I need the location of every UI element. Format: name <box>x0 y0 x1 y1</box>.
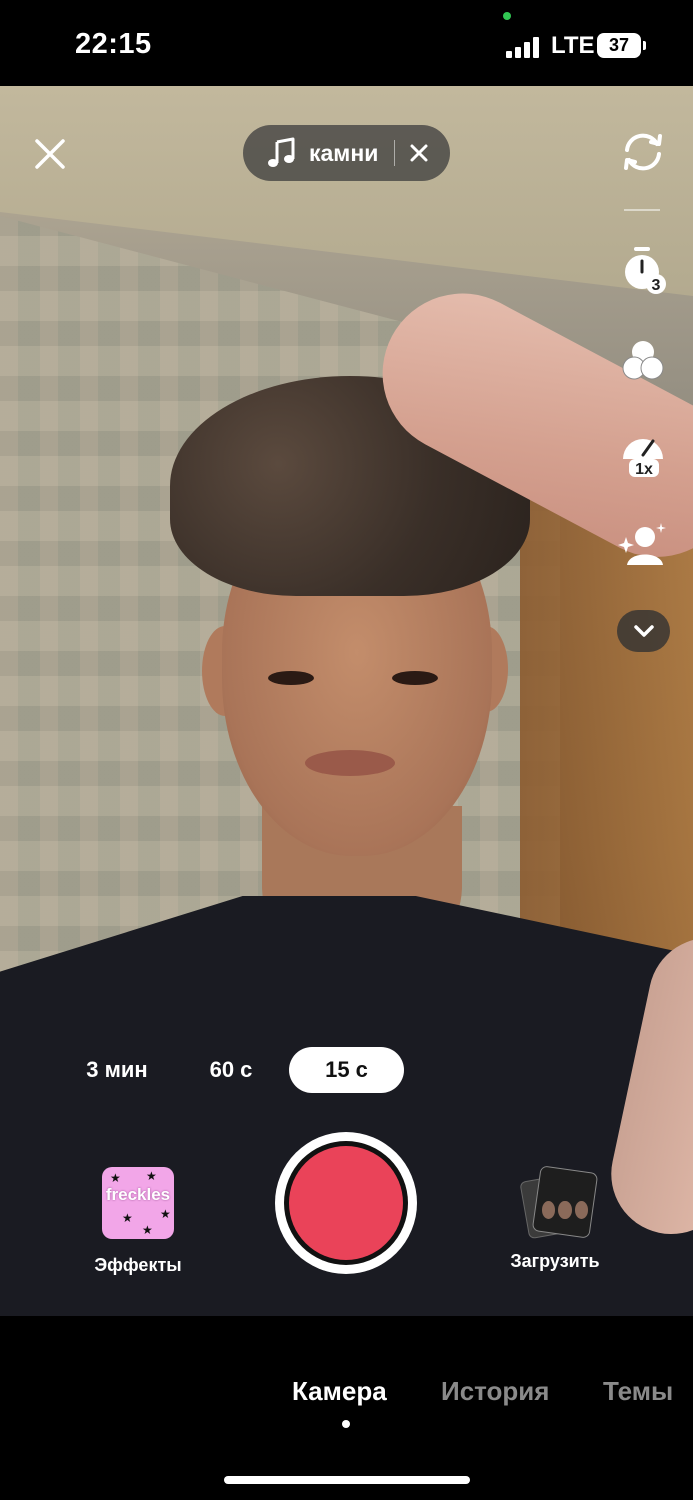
status-bar: 22:15 LTE 37 <box>0 0 693 86</box>
remove-sound-icon[interactable] <box>409 143 429 163</box>
speed-badge: 1x <box>635 461 653 478</box>
battery-tip <box>643 41 646 50</box>
tab-templates[interactable]: Темы <box>603 1376 673 1407</box>
duration-selector: 3 мин 60 с 15 с <box>0 1047 693 1093</box>
close-button[interactable] <box>30 134 70 174</box>
duration-60s[interactable]: 60 с <box>192 1047 270 1093</box>
star-icon: ★ <box>122 1211 133 1225</box>
speed-icon: 1x <box>623 439 663 478</box>
speed-button[interactable]: 1x <box>612 425 674 479</box>
sound-separator <box>394 140 396 166</box>
flip-camera-icon <box>624 133 662 171</box>
chevron-down-icon <box>633 625 654 637</box>
mouth <box>305 750 395 776</box>
bottom-bar <box>0 1316 693 1500</box>
more-tools-button[interactable] <box>617 610 670 652</box>
star-icon: ★ <box>142 1223 153 1237</box>
close-icon <box>35 139 65 169</box>
music-note-icon <box>268 137 295 167</box>
camera-indicator-dot <box>503 12 511 20</box>
filters-icon <box>622 341 664 380</box>
duration-3min[interactable]: 3 мин <box>72 1047 162 1093</box>
status-time: 22:15 <box>75 28 152 60</box>
active-tab-indicator <box>342 1420 350 1428</box>
star-icon: ★ <box>160 1207 171 1221</box>
record-button[interactable] <box>275 1132 417 1274</box>
effects-label: Эффекты <box>94 1255 182 1275</box>
timer-icon: 3 <box>625 247 666 294</box>
upload-label: Загрузить <box>510 1251 600 1271</box>
gallery-icon <box>542 1201 588 1219</box>
battery-icon: 37 <box>597 33 641 58</box>
sound-title: камни <box>309 139 379 166</box>
star-icon: ★ <box>146 1169 157 1183</box>
home-indicator[interactable] <box>224 1476 470 1484</box>
filters-button[interactable] <box>612 334 674 388</box>
effect-thumbnail-text: freckles <box>105 1185 171 1204</box>
flip-camera-button[interactable] <box>612 125 674 179</box>
duration-15s[interactable]: 15 с <box>289 1047 404 1093</box>
timer-badge: 3 <box>652 277 661 294</box>
effects-button[interactable]: ★ ★ ★ ★ ★ freckles <box>102 1167 174 1239</box>
network-type: LTE <box>551 32 595 59</box>
eye-right <box>392 671 438 685</box>
tab-story[interactable]: История <box>441 1376 549 1407</box>
record-button-ring <box>284 1141 408 1265</box>
beautify-icon <box>618 523 666 565</box>
add-sound-button[interactable]: камни <box>243 125 450 181</box>
star-icon: ★ <box>110 1171 121 1185</box>
timer-button[interactable]: 3 <box>612 243 674 297</box>
toolbar-divider <box>624 209 660 211</box>
upload-button[interactable] <box>519 1165 599 1241</box>
tab-camera[interactable]: Камера <box>292 1376 387 1407</box>
eye-left <box>268 671 314 685</box>
beautify-button[interactable] <box>612 518 674 572</box>
signal-strength-icon <box>506 36 542 58</box>
record-button-core <box>289 1146 403 1260</box>
